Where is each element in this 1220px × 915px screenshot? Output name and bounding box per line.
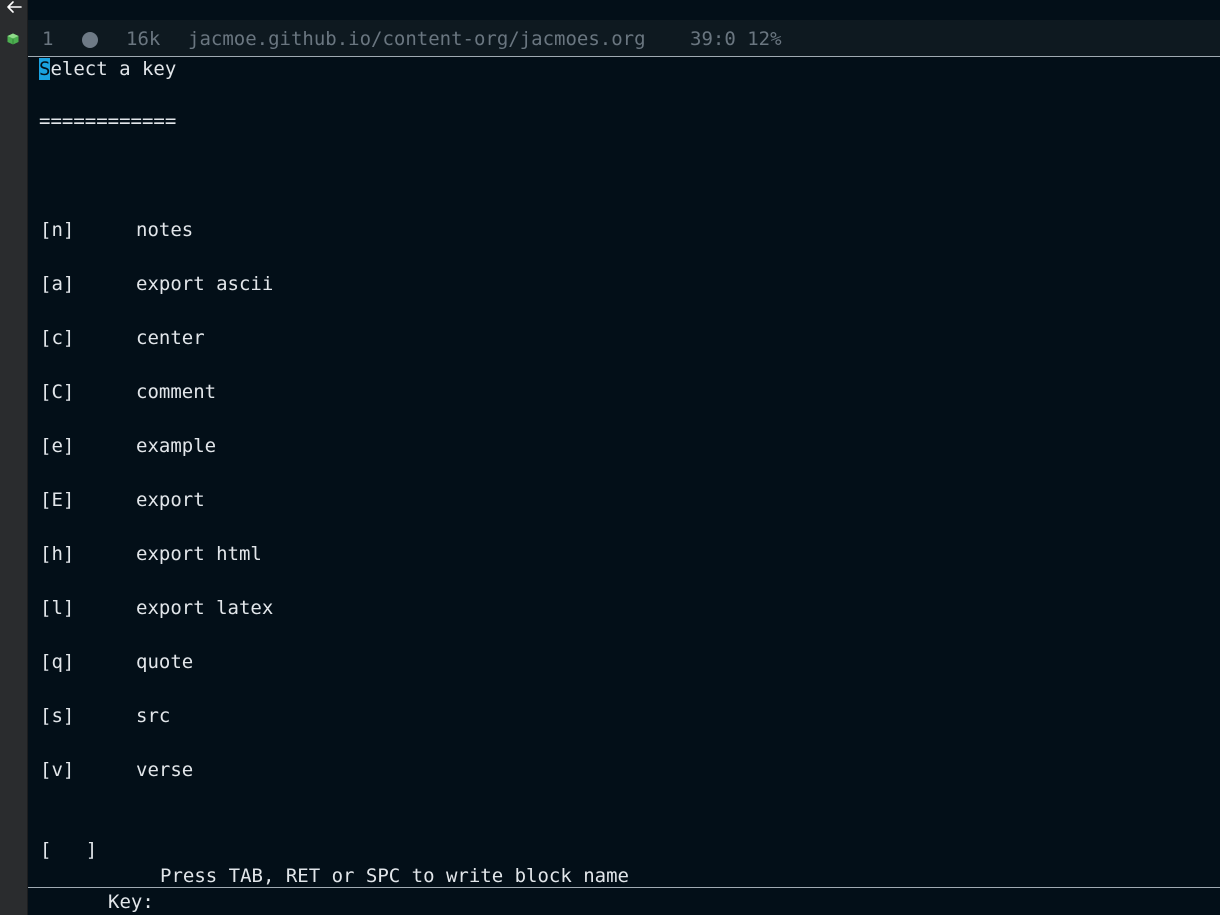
option-key: [E] <box>40 489 75 511</box>
option-key: [C] <box>40 381 75 403</box>
key-input[interactable] <box>168 890 968 914</box>
option-label: Press TAB, RET or SPC to write block nam… <box>160 865 629 887</box>
window-number: 1 <box>42 28 54 50</box>
option-label: center <box>136 327 205 349</box>
option-key: [h] <box>40 543 75 565</box>
minibuffer: Key: <box>28 887 1220 915</box>
buffer-path[interactable]: jacmoe.github.io/content-org/jacmoes.org <box>188 20 646 58</box>
option-label: src <box>136 705 171 727</box>
option-label: notes <box>136 219 194 241</box>
buffer-size: 16k <box>126 28 161 50</box>
option-label: export html <box>136 543 262 565</box>
modified-indicator-icon <box>82 32 98 48</box>
emacs-frame: 1 16k jacmoe.github.io/content-org/jacmo… <box>0 0 1220 915</box>
option-label: export latex <box>136 597 274 619</box>
mode-line: 1 16k jacmoe.github.io/content-org/jacmo… <box>28 20 1220 57</box>
option-key: [l] <box>40 597 75 619</box>
option-label: export <box>136 489 205 511</box>
option-label: quote <box>136 651 194 673</box>
dispatcher-title: Select a key <box>39 57 176 81</box>
other-block-option[interactable]: [ ] Press TAB, RET or SPC to write block… <box>40 811 629 887</box>
title-bar <box>28 0 1220 20</box>
dispatcher-title-rest: elect a key <box>50 58 177 80</box>
option-label: verse <box>136 759 194 781</box>
arrow-left-icon[interactable] <box>5 0 23 14</box>
option-key: [c] <box>40 327 75 349</box>
minibuffer-prompt: Key: <box>108 891 154 913</box>
option-key: [s] <box>40 705 75 727</box>
option-key: [e] <box>40 435 75 457</box>
title-underline: ============ <box>39 110 177 132</box>
option-label: comment <box>136 381 217 403</box>
text-cursor: S <box>39 58 51 80</box>
left-gutter <box>0 0 28 915</box>
option-key: [q] <box>40 651 75 673</box>
dispatcher-buffer: Select a key ============ [n] notes [a] exp… <box>28 57 1220 887</box>
option-label: example <box>136 435 217 457</box>
cursor-position: 39:0 12% <box>690 28 782 50</box>
option-key: [ ] <box>40 839 98 861</box>
option-label: export ascii <box>136 273 274 295</box>
option-key: [a] <box>40 273 75 295</box>
option-key: [n] <box>40 219 75 241</box>
cube-icon <box>7 33 19 45</box>
option-key: [v] <box>40 759 75 781</box>
